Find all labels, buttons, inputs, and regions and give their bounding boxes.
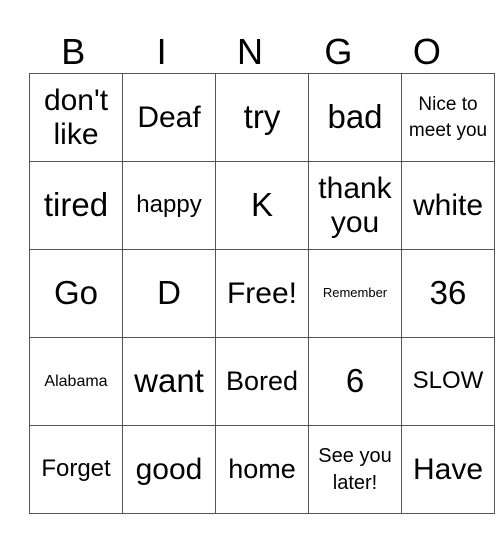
bingo-cell[interactable]: try [215, 73, 309, 162]
bingo-cell[interactable]: Remember [308, 249, 402, 338]
bingo-cell[interactable]: Nice to meet you [401, 73, 495, 162]
bingo-cell[interactable]: D [122, 249, 216, 338]
bingo-cell[interactable]: K [215, 161, 309, 250]
bingo-cell[interactable]: happy [122, 161, 216, 250]
bingo-row: Forget good home See you later! Have [29, 425, 495, 514]
header-letter-g: G [324, 31, 353, 72]
bingo-cell[interactable]: Have [401, 425, 495, 514]
header-letter-i: I [156, 31, 167, 72]
bingo-cell[interactable]: Forget [29, 425, 123, 514]
bingo-cell[interactable]: 6 [308, 337, 402, 426]
bingo-cell[interactable]: 36 [401, 249, 495, 338]
bingo-cell[interactable]: Bored [215, 337, 309, 426]
bingo-cell[interactable]: thank you [308, 161, 402, 250]
bingo-cell[interactable]: bad [308, 73, 402, 162]
bingo-cell[interactable]: Deaf [122, 73, 216, 162]
bingo-cell[interactable]: Go [29, 249, 123, 338]
bingo-cell[interactable]: Alabama [29, 337, 123, 426]
bingo-row: don't like Deaf try bad Nice to meet you [29, 73, 495, 162]
bingo-cell[interactable]: tired [29, 161, 123, 250]
bingo-cell[interactable]: home [215, 425, 309, 514]
bingo-cell[interactable]: don't like [29, 73, 123, 162]
bingo-row: Alabama want Bored 6 SLOW [29, 337, 495, 426]
bingo-card: don't like Deaf try bad Nice to meet you… [29, 73, 495, 514]
bingo-cell[interactable]: want [122, 337, 216, 426]
bingo-cell[interactable]: See you later! [308, 425, 402, 514]
header-letter-o: O [412, 31, 441, 72]
bingo-cell free-space[interactable]: Free! [215, 249, 309, 338]
bingo-row: tired happy K thank you white [29, 161, 495, 250]
bingo-row: Go D Free! Remember 36 [29, 249, 495, 338]
bingo-cell[interactable]: SLOW [401, 337, 495, 426]
bingo-cell[interactable]: white [401, 161, 495, 250]
header-letter-b: B [61, 31, 86, 72]
bingo-header: B I N G O [29, 32, 471, 72]
header-letter-n: N [237, 31, 264, 72]
bingo-cell[interactable]: good [122, 425, 216, 514]
